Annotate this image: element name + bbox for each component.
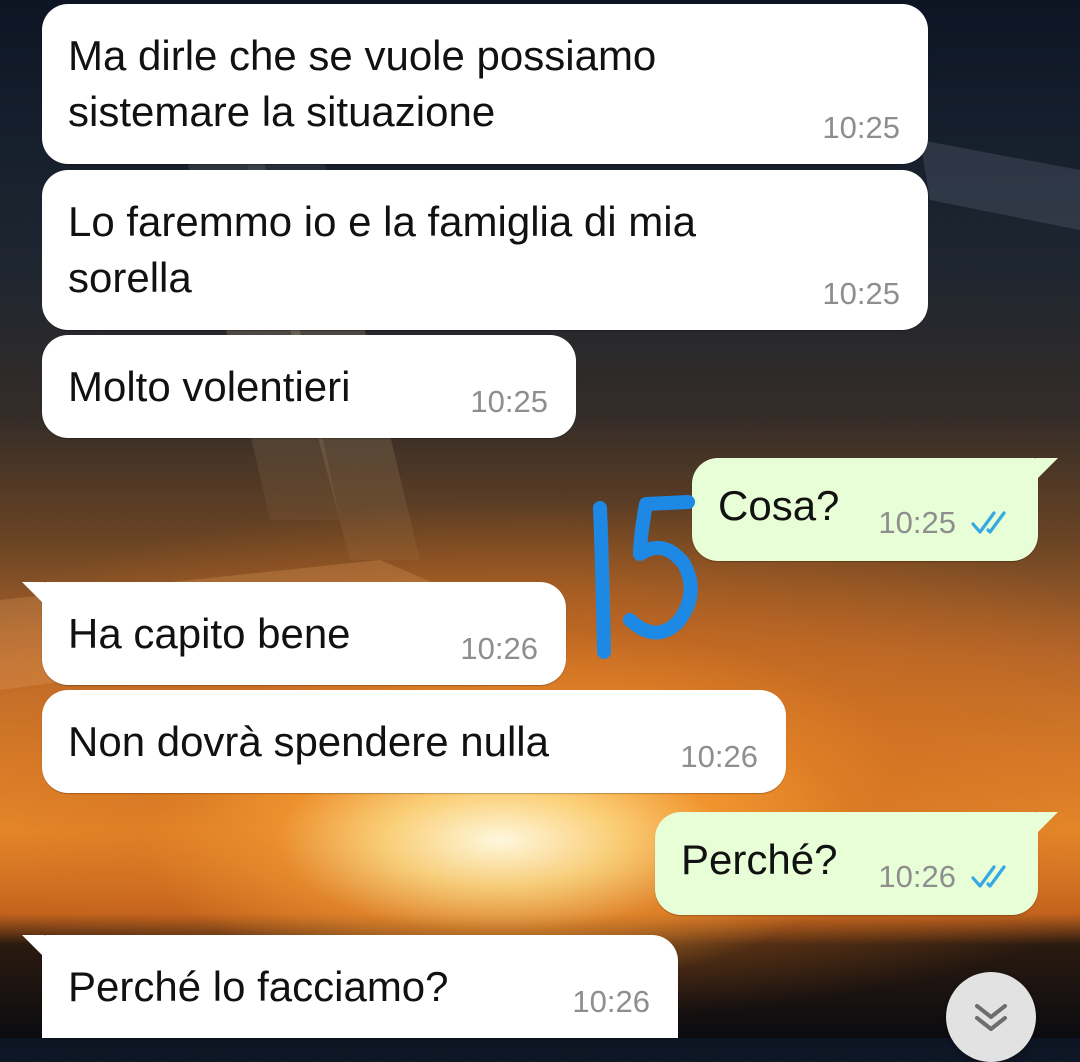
message-timestamp: 10:25 xyxy=(470,384,548,419)
message-timestamp: 10:25 xyxy=(822,276,900,311)
message-incoming[interactable]: Molto volentieri 10:25 xyxy=(42,335,576,438)
message-text: Lo faremmo io e la famiglia di mia sorel… xyxy=(68,198,696,301)
double-check-icon xyxy=(971,865,1006,888)
message-text: Cosa? xyxy=(718,482,840,529)
message-timestamp: 10:26 xyxy=(680,739,758,774)
message-text: Ma dirle che se vuole possiamo sistemare… xyxy=(68,32,657,135)
message-text: Perché lo facciamo? xyxy=(68,963,449,1010)
message-outgoing[interactable]: Perché? 10:26 xyxy=(655,812,1058,915)
message-timestamp: 10:26 xyxy=(878,859,956,894)
message-timestamp: 10:25 xyxy=(878,505,956,540)
message-timestamp: 10:26 xyxy=(572,984,650,1019)
double-check-icon xyxy=(971,511,1006,534)
message-text: Molto volentieri xyxy=(68,363,351,410)
scroll-to-bottom-button[interactable] xyxy=(946,972,1036,1062)
message-text: Perché? xyxy=(681,836,838,883)
message-incoming[interactable]: Ha capito bene 10:26 xyxy=(22,582,566,685)
message-incoming[interactable]: Non dovrà spendere nulla 10:26 xyxy=(42,690,786,793)
double-chevron-down-icon xyxy=(975,1004,1007,1031)
message-incoming[interactable]: Lo faremmo io e la famiglia di mia sorel… xyxy=(42,170,928,330)
message-incoming[interactable]: Perché lo facciamo? 10:26 xyxy=(22,935,678,1038)
handwritten-annotation: 15 xyxy=(593,495,698,659)
message-text: Non dovrà spendere nulla xyxy=(68,718,549,765)
message-incoming[interactable]: Ma dirle che se vuole possiamo sistemare… xyxy=(42,4,928,164)
message-timestamp: 10:26 xyxy=(460,631,538,666)
message-timestamp: 10:25 xyxy=(822,110,900,145)
message-outgoing[interactable]: Cosa? 10:25 xyxy=(692,458,1058,561)
message-text: Ha capito bene xyxy=(68,610,351,657)
